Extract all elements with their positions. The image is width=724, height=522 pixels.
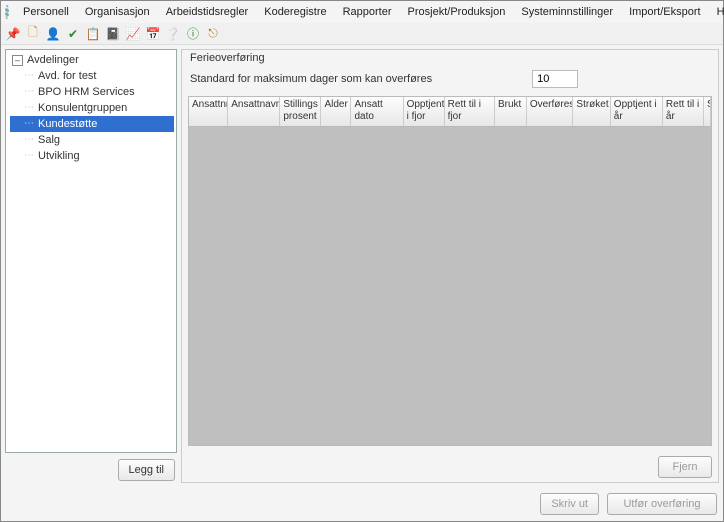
tree-root-node[interactable]: – Avdelinger (10, 52, 174, 68)
remove-button[interactable]: Fjern (658, 456, 712, 478)
transfer-button[interactable]: Utfør overføring (607, 493, 717, 515)
main-panel: Ferieoverføring Standard for maksimum da… (181, 49, 719, 483)
check-icon[interactable]: ✔ (65, 26, 81, 42)
tree-node-label: Utvikling (38, 150, 80, 162)
print-button[interactable]: Skriv ut (540, 493, 599, 515)
column-header[interactable]: Stillings prosent (280, 97, 321, 126)
column-header[interactable]: Opptjent i år (611, 97, 663, 126)
column-header[interactable]: Strøket (573, 97, 610, 126)
menu-rapporter[interactable]: Rapporter (335, 4, 400, 20)
tree-node-label: Konsulentgruppen (38, 102, 127, 114)
menu-koderegistre[interactable]: Koderegistre (256, 4, 334, 20)
exit-icon[interactable]: ⎋ (205, 26, 221, 42)
menu-personell[interactable]: Personell (15, 4, 77, 20)
book-icon[interactable]: 📓 (105, 26, 121, 42)
employee-grid: AnsattnrAnsattnavnStillings prosentAlder… (188, 96, 712, 446)
info-icon[interactable]: ⓘ (185, 26, 201, 42)
tree-connector-icon: ⋯ (24, 150, 34, 162)
tree-connector-icon: ⋯ (24, 134, 34, 146)
column-header[interactable]: Ansattnr (189, 97, 228, 126)
column-header[interactable]: Brukt (495, 97, 527, 126)
tree-node[interactable]: ⋯ Kundestøtte (10, 116, 174, 132)
content: – Avdelinger ⋯ Avd. for test ⋯ BPO HRM Serv… (1, 45, 723, 487)
column-header[interactable]: Alder (321, 97, 351, 126)
chart-icon[interactable]: 📈 (125, 26, 141, 42)
tree-root-label: Avdelinger (27, 54, 79, 66)
tree-node-label: Salg (38, 134, 60, 146)
grid-body[interactable] (189, 127, 711, 445)
tree-connector-icon: ⋯ (24, 70, 34, 82)
menu-arbeidstidsregler[interactable]: Arbeidstidsregler (158, 4, 257, 20)
clipboard-icon[interactable]: 📋 (85, 26, 101, 42)
panel-title: Ferieoverføring (182, 50, 718, 68)
tree-node[interactable]: ⋯ BPO HRM Services (10, 84, 174, 100)
tree-connector-icon: ⋯ (24, 118, 34, 130)
tree-node[interactable]: ⋯ Konsulentgruppen (10, 100, 174, 116)
menu-prosjekt[interactable]: Prosjekt/Produksjon (400, 4, 514, 20)
app-window: Personell Organisasjon Arbeidstidsregler… (0, 0, 724, 522)
column-header[interactable]: Overføres (527, 97, 574, 126)
tree-node-label: BPO HRM Services (38, 86, 135, 98)
add-button[interactable]: Legg til (118, 459, 175, 481)
menu-import-eksport[interactable]: Import/Eksport (621, 4, 709, 20)
menubar: Personell Organisasjon Arbeidstidsregler… (1, 1, 723, 23)
menu-systeminnstillinger[interactable]: Systeminnstillinger (513, 4, 621, 20)
sidebar: – Avdelinger ⋯ Avd. for test ⋯ BPO HRM Serv… (5, 49, 177, 483)
column-header[interactable]: Rett til i fjor (445, 97, 495, 126)
collapse-icon[interactable]: – (12, 55, 23, 66)
tree-node-label: Avd. for test (38, 70, 97, 82)
tree-connector-icon: ⋯ (24, 102, 34, 114)
department-tree[interactable]: – Avdelinger ⋯ Avd. for test ⋯ BPO HRM Serv… (5, 49, 177, 453)
grid-header: AnsattnrAnsattnavnStillings prosentAlder… (189, 97, 711, 127)
column-header[interactable]: Rett til i år (663, 97, 704, 126)
footer: Skriv ut Utfør overføring (1, 487, 723, 521)
column-header[interactable]: Ansattnavn (228, 97, 280, 126)
column-header[interactable]: Ansatt dato (351, 97, 403, 126)
menu-hjelp[interactable]: Hjelp (709, 4, 724, 20)
tree-node[interactable]: ⋯ Salg (10, 132, 174, 148)
maxdays-input[interactable] (532, 70, 578, 88)
column-header[interactable]: Opptjent i fjor (404, 97, 445, 126)
person-icon[interactable]: 👤 (45, 26, 61, 42)
maxdays-row: Standard for maksimum dager som kan over… (182, 68, 718, 96)
tree-node[interactable]: ⋯ Avd. for test (10, 68, 174, 84)
column-header[interactable]: Status (704, 97, 711, 126)
maxdays-label: Standard for maksimum dager som kan over… (190, 73, 432, 85)
help-icon[interactable]: ❔ (165, 26, 181, 42)
app-spinner-icon (5, 5, 9, 19)
menu-organisasjon[interactable]: Organisasjon (77, 4, 158, 20)
new-doc-icon[interactable]: 🗋 (25, 26, 41, 42)
tree-node[interactable]: ⋯ Utvikling (10, 148, 174, 164)
tree-connector-icon: ⋯ (24, 86, 34, 98)
calendar-icon[interactable]: 📅 (145, 26, 161, 42)
pushpin-icon[interactable]: 📌 (5, 26, 21, 42)
toolbar: 📌🗋👤✔📋📓📈📅❔ⓘ⎋ (1, 23, 723, 45)
tree-node-label: Kundestøtte (38, 118, 97, 130)
